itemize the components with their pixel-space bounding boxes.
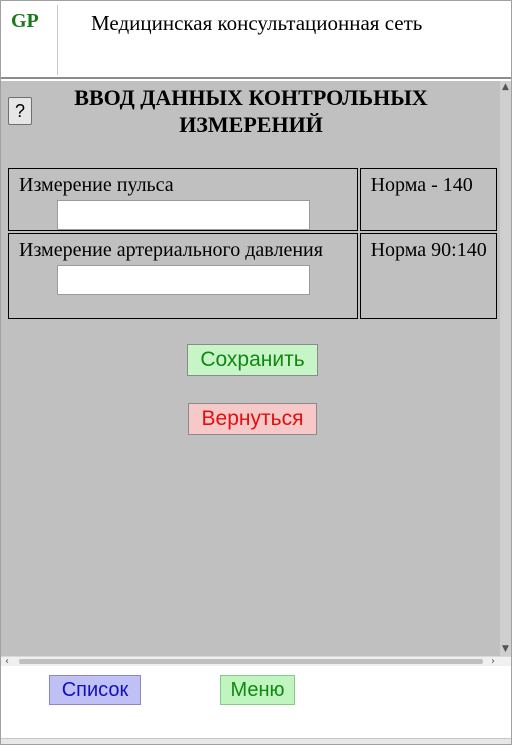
pulse-cell: Измерение пульса <box>8 168 358 231</box>
scroll-up-icon[interactable]: ▲ <box>502 83 509 92</box>
help-button[interactable]: ? <box>8 97 32 125</box>
help-icon: ? <box>14 100 25 121</box>
pressure-input[interactable] <box>57 265 310 295</box>
pulse-input[interactable] <box>57 200 310 230</box>
horizontal-scrollbar[interactable]: ‹ › <box>1 656 511 667</box>
scroll-left-icon[interactable]: ‹ <box>5 656 9 667</box>
app-window: GP Медицинская консультационная сеть ? В… <box>0 0 512 745</box>
back-button[interactable]: Вернуться <box>188 403 317 435</box>
main-content: ? ВВОД ДАННЫХ КОНТРОЛЬНЫХ ИЗМЕРЕНИЙ Изме… <box>1 81 511 656</box>
scroll-right-icon[interactable]: › <box>491 656 495 667</box>
pulse-label: Измерение пульса <box>19 174 174 196</box>
pressure-cell: Измерение артериального давления <box>8 233 358 319</box>
pressure-label: Измерение артериального давления <box>19 239 323 261</box>
footer: Список Меню <box>1 667 511 738</box>
logo[interactable]: GP <box>11 10 39 33</box>
scrollbar-thumb[interactable] <box>19 659 483 664</box>
menu-button[interactable]: Меню <box>220 675 295 705</box>
site-title: Медицинская консультационная сеть <box>91 11 423 35</box>
vertical-scrollbar[interactable]: ▲ ▼ <box>500 81 511 656</box>
window-bottom-edge <box>1 738 511 744</box>
save-button[interactable]: Сохранить <box>187 344 318 376</box>
list-button[interactable]: Список <box>49 675 141 705</box>
table-row: Измерение артериального давления Норма 9… <box>8 233 497 319</box>
header: GP Медицинская консультационная сеть <box>1 1 511 79</box>
measurements-table: Измерение пульса Норма - 140 Измерение а… <box>6 166 499 321</box>
header-divider <box>57 5 58 75</box>
pulse-norm: Норма - 140 <box>359 168 497 231</box>
pressure-norm: Норма 90:140 <box>359 233 497 319</box>
table-row: Измерение пульса Норма - 140 <box>8 168 497 231</box>
scroll-down-icon[interactable]: ▼ <box>502 645 509 654</box>
page-title: ВВОД ДАННЫХ КОНТРОЛЬНЫХ ИЗМЕРЕНИЙ <box>74 85 428 137</box>
